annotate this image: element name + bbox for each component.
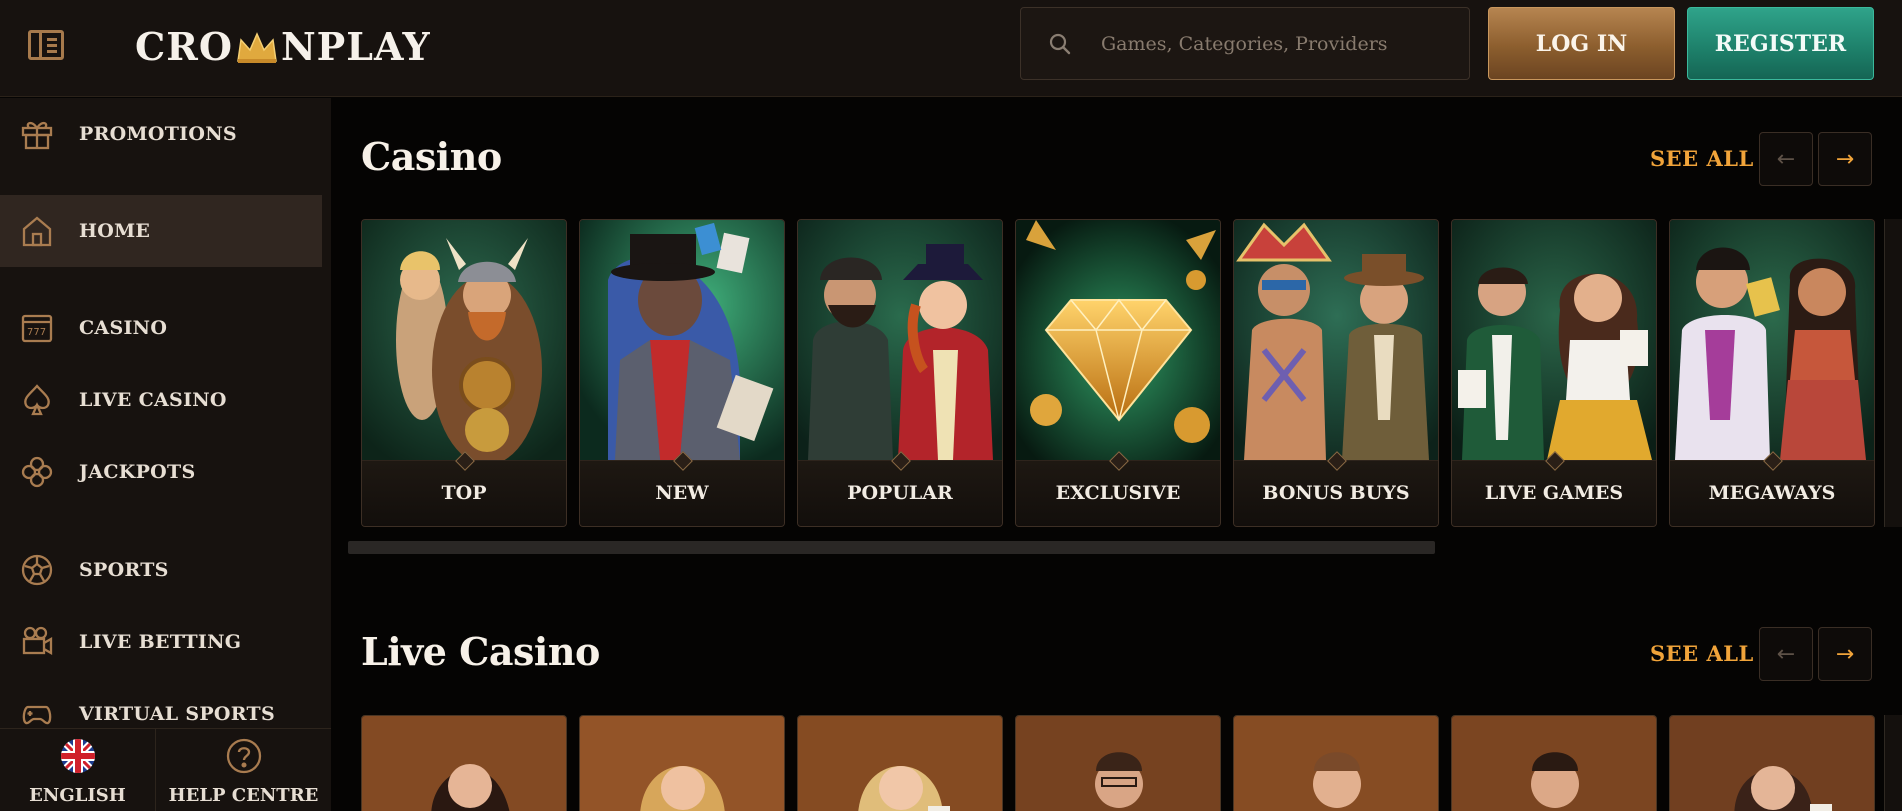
card-label: MEGAWAYS xyxy=(1708,482,1836,504)
dealer-artwork xyxy=(1452,716,1656,811)
sidebar-item-label: CASINO xyxy=(79,317,168,339)
search-icon xyxy=(1049,33,1071,55)
live-casino-section-title: Live Casino xyxy=(361,629,600,674)
live-casino-prev-button[interactable]: ← xyxy=(1759,627,1813,681)
category-card-exclusive[interactable]: EXCLUSIVE xyxy=(1015,219,1221,527)
football-icon xyxy=(20,553,54,587)
category-card-live-games[interactable]: LIVE GAMES xyxy=(1451,219,1657,527)
sidebar-item-casino[interactable]: 777 CASINO xyxy=(0,292,322,364)
dealers-artwork xyxy=(1452,220,1656,460)
casino-prev-button[interactable]: ← xyxy=(1759,132,1813,186)
card-peek xyxy=(1884,219,1902,527)
card-label: EXCLUSIVE xyxy=(1055,482,1181,504)
card-label: BONUS BUYS xyxy=(1262,482,1410,504)
casino-see-all-link[interactable]: SEE ALL xyxy=(1650,146,1754,171)
live-table-card[interactable] xyxy=(1233,715,1439,811)
sidebar-toggle-icon[interactable] xyxy=(28,30,64,60)
casino-section-title: Casino xyxy=(361,134,502,179)
live-table-card[interactable] xyxy=(361,715,567,811)
sidebar-item-label: VIRTUAL SPORTS xyxy=(79,703,275,725)
sidebar-item-jackpots[interactable]: JACKPOTS xyxy=(0,436,322,508)
top-bar: CRO NPLAY LOG IN REGISTER xyxy=(0,0,1902,97)
help-label: HELP CENTRE xyxy=(168,785,319,806)
sidebar-item-sports[interactable]: SPORTS xyxy=(0,534,322,606)
sidebar-item-label: HOME xyxy=(79,220,151,242)
viking-artwork xyxy=(362,220,566,465)
card-label: POPULAR xyxy=(847,482,953,504)
dealer-artwork xyxy=(1670,716,1874,811)
tribal-explorer-artwork xyxy=(1234,220,1438,460)
sidebar-item-live-betting[interactable]: LIVE BETTING xyxy=(0,606,322,678)
live-casino-next-button[interactable]: → xyxy=(1818,627,1872,681)
crown-icon xyxy=(235,29,279,63)
gift-icon xyxy=(20,117,54,151)
svg-text:777: 777 xyxy=(27,327,46,338)
live-table-card[interactable] xyxy=(579,715,785,811)
dealer-artwork xyxy=(1234,716,1438,811)
dealer-artwork xyxy=(580,716,784,811)
sidebar-item-label: LIVE BETTING xyxy=(79,631,242,653)
dealer-artwork xyxy=(362,716,566,811)
logo[interactable]: CRO NPLAY xyxy=(135,22,431,70)
dealer-artwork xyxy=(1016,716,1220,811)
sidebar-item-label: SPORTS xyxy=(79,559,169,581)
sidebar-item-label: PROMOTIONS xyxy=(79,123,237,145)
spade-icon xyxy=(20,383,54,417)
category-card-bonus-buys[interactable]: BONUS BUYS xyxy=(1233,219,1439,527)
arrow-left-icon: ← xyxy=(1776,146,1796,172)
card-label: NEW xyxy=(655,482,709,504)
live-table-card[interactable] xyxy=(1669,715,1875,811)
sidebar-footer: ENGLISH HELP CENTRE xyxy=(0,728,331,811)
slot-machine-icon: 777 xyxy=(20,311,54,345)
uk-flag-icon xyxy=(60,738,96,778)
sidebar-item-label: JACKPOTS xyxy=(79,461,196,483)
sidebar-item-promotions[interactable]: PROMOTIONS xyxy=(0,98,322,170)
carousel-scrollbar[interactable] xyxy=(348,541,1435,554)
logo-text-left: CRO xyxy=(135,23,233,69)
category-card-megaways[interactable]: MEGAWAYS xyxy=(1669,219,1875,527)
search-input[interactable] xyxy=(1101,32,1441,55)
language-selector[interactable]: ENGLISH xyxy=(0,729,155,811)
sidebar-item-live-casino[interactable]: LIVE CASINO xyxy=(0,364,322,436)
category-card-new[interactable]: NEW xyxy=(579,219,785,527)
arrow-right-icon: → xyxy=(1835,641,1855,667)
category-card-top[interactable]: TOP xyxy=(361,219,567,527)
sidebar-item-home[interactable]: HOME xyxy=(0,195,322,267)
sidebar-item-label: LIVE CASINO xyxy=(79,389,227,411)
help-centre-link[interactable]: HELP CENTRE xyxy=(156,729,331,811)
live-table-card[interactable] xyxy=(797,715,1003,811)
help-icon xyxy=(226,738,262,778)
sidebar: PROMOTIONS HOME 777 CASINO LIVE CASINO J… xyxy=(0,98,331,811)
logo-text-right: NPLAY xyxy=(280,23,431,69)
register-button[interactable]: REGISTER xyxy=(1687,7,1874,80)
tv-camera-icon xyxy=(20,625,54,659)
gamepad-icon xyxy=(20,697,54,731)
arrow-left-icon: ← xyxy=(1776,641,1796,667)
card-label: TOP xyxy=(441,482,487,504)
megaways-duo-artwork xyxy=(1670,220,1874,460)
card-label: LIVE GAMES xyxy=(1484,482,1624,504)
card-peek xyxy=(1884,715,1902,811)
clover-icon xyxy=(20,455,54,489)
golden-diamond-artwork xyxy=(1016,220,1220,460)
live-casino-see-all-link[interactable]: SEE ALL xyxy=(1650,641,1754,666)
category-card-popular[interactable]: POPULAR xyxy=(797,219,1003,527)
home-icon xyxy=(20,214,54,248)
language-label: ENGLISH xyxy=(29,785,126,806)
search-box[interactable] xyxy=(1020,7,1470,80)
dealer-artwork xyxy=(798,716,1002,811)
live-table-card[interactable] xyxy=(1015,715,1221,811)
login-button[interactable]: LOG IN xyxy=(1488,7,1675,80)
live-table-card[interactable] xyxy=(1451,715,1657,811)
arrow-right-icon: → xyxy=(1835,146,1855,172)
explorer-duo-artwork xyxy=(798,220,1002,460)
casino-next-button[interactable]: → xyxy=(1818,132,1872,186)
magician-artwork xyxy=(580,220,784,460)
